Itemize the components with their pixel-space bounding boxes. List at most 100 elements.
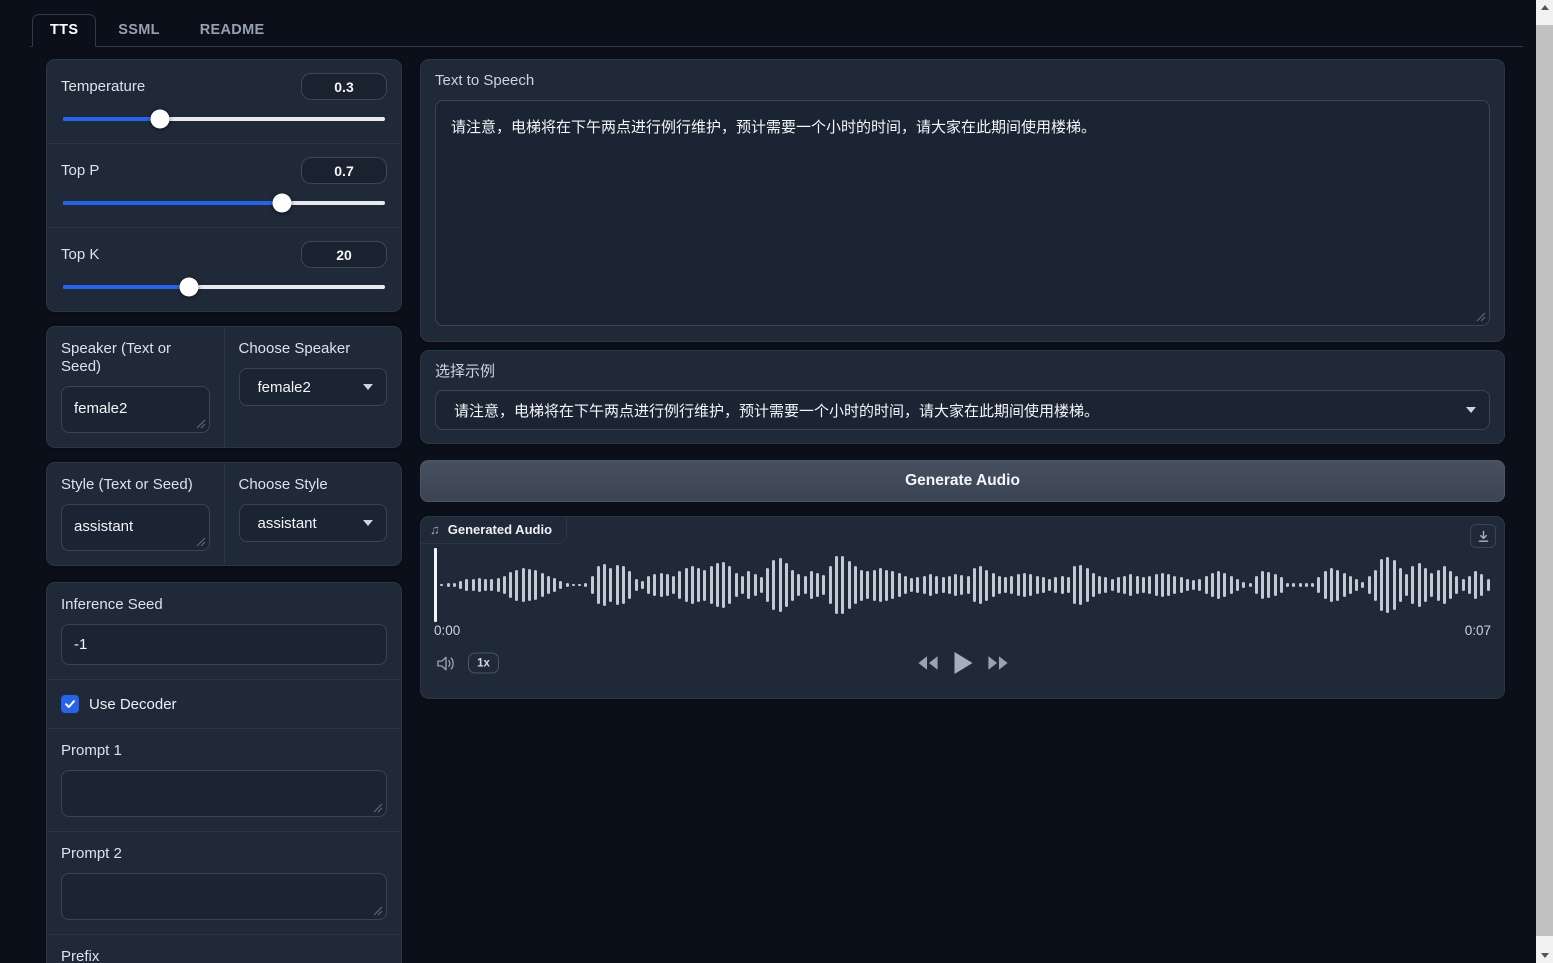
waveform-bar	[1449, 571, 1452, 599]
waveform-bar	[1424, 568, 1427, 602]
chevron-down-icon	[1466, 407, 1476, 413]
generated-audio-player: ♫ Generated Audio 0:00 0:07	[420, 516, 1505, 699]
top-p-value-input[interactable]	[301, 157, 387, 184]
generated-audio-title: Generated Audio	[448, 522, 552, 537]
top-k-slider[interactable]	[63, 285, 385, 289]
waveform-bar	[1299, 583, 1302, 586]
waveform-bar	[666, 574, 669, 596]
tab-bar: TTS SSML README	[30, 14, 1523, 47]
waveform-bar	[1136, 576, 1139, 595]
temperature-slider-thumb[interactable]	[150, 110, 169, 129]
fast-forward-button[interactable]	[986, 655, 1009, 671]
text-to-speech-input[interactable]: 请注意，电梯将在下午两点进行例行维护，预计需要一个小时的时间，请大家在此期间使用…	[435, 100, 1490, 326]
waveform-bar	[854, 566, 857, 603]
waveform-bar	[509, 572, 512, 598]
download-audio-button[interactable]	[1470, 524, 1496, 548]
style-label: Style (Text or Seed)	[61, 476, 193, 493]
waveform-bar	[1480, 574, 1483, 596]
waveform-bar	[816, 573, 819, 597]
style-input[interactable]: assistant	[61, 504, 210, 551]
waveform-bar	[1104, 577, 1107, 593]
waveform-bar	[1468, 576, 1471, 595]
generate-audio-button[interactable]: Generate Audio	[420, 460, 1505, 502]
top-k-slider-thumb[interactable]	[179, 278, 198, 297]
waveform-bar	[591, 576, 594, 595]
prompt1-row: Prompt 1	[47, 729, 401, 832]
rewind-button[interactable]	[916, 655, 939, 671]
waveform-bar	[703, 570, 706, 601]
temperature-value-input[interactable]	[301, 73, 387, 100]
waveform-bar	[1324, 571, 1327, 600]
waveform-bar	[1292, 583, 1295, 586]
waveform-bar	[891, 571, 894, 599]
prompt2-input[interactable]	[61, 873, 387, 920]
audio-waveform[interactable]	[434, 554, 1491, 616]
waveform-bar	[1430, 573, 1433, 598]
choose-speaker-label: Choose Speaker	[239, 340, 351, 357]
top-k-label: Top K	[61, 246, 99, 263]
waveform-bar	[1098, 576, 1101, 595]
waveform-bar	[1217, 571, 1220, 600]
waveform-bar	[797, 574, 800, 596]
example-selector-card: 选择示例 请注意，电梯将在下午两点进行例行维护，预计需要一个小时的时间，请大家在…	[420, 350, 1505, 444]
waveform-bar	[822, 575, 825, 595]
waveform-bar	[1286, 583, 1289, 588]
temperature-slider[interactable]	[63, 117, 385, 121]
waveform-bar	[1054, 577, 1057, 593]
waveform-bar	[841, 556, 844, 615]
waveform-bar	[628, 571, 631, 599]
waveform-bar	[1017, 574, 1020, 596]
scrollbar-thumb[interactable]	[1536, 25, 1553, 936]
waveform-bar	[985, 570, 988, 601]
inference-seed-input[interactable]	[61, 624, 387, 665]
waveform-bar	[1161, 573, 1164, 598]
scrollbar-down-arrow-icon[interactable]	[1541, 953, 1549, 958]
playback-speed-button[interactable]: 1x	[468, 653, 499, 674]
waveform-bar	[1205, 576, 1208, 595]
tab-ssml[interactable]: SSML	[100, 14, 177, 47]
waveform-bar	[960, 575, 963, 595]
choose-speaker-dropdown[interactable]: female2	[239, 368, 388, 406]
example-dropdown[interactable]: 请注意，电梯将在下午两点进行例行维护，预计需要一个小时的时间，请大家在此期间使用…	[435, 390, 1490, 430]
top-k-value-input[interactable]	[301, 241, 387, 268]
tab-tts[interactable]: TTS	[32, 14, 96, 47]
tab-readme[interactable]: README	[182, 14, 283, 47]
waveform-bar	[609, 568, 612, 602]
waveform-bar	[1167, 574, 1170, 596]
waveform-bar	[1036, 576, 1039, 595]
waveform-bar	[566, 583, 569, 586]
use-decoder-checkbox[interactable]	[61, 695, 79, 713]
current-time: 0:00	[434, 623, 460, 638]
waveform-bar	[553, 578, 556, 592]
browser-scrollbar[interactable]	[1536, 0, 1553, 963]
play-button[interactable]	[952, 651, 973, 675]
waveform-bar	[490, 579, 493, 590]
prompt1-input[interactable]	[61, 770, 387, 817]
waveform-bar	[1023, 573, 1026, 598]
speaker-input[interactable]: female2	[61, 386, 210, 433]
waveform-bar	[685, 568, 688, 602]
waveform-bar	[1330, 568, 1333, 603]
sampling-sliders-card: Temperature Top P	[46, 59, 402, 312]
volume-button[interactable]	[436, 654, 457, 672]
waveform-bar	[998, 576, 1001, 595]
waveform-bar	[547, 576, 550, 595]
waveform-bar	[791, 570, 794, 601]
waveform-bar	[1274, 574, 1277, 596]
playback-cursor[interactable]	[434, 548, 437, 622]
waveform-bar	[1079, 565, 1082, 606]
top-p-slider-thumb[interactable]	[272, 194, 291, 213]
choose-style-dropdown[interactable]: assistant	[239, 504, 388, 542]
waveform-bar	[697, 568, 700, 602]
waveform-bar	[1086, 568, 1089, 603]
waveform-bar	[528, 569, 531, 601]
app-page: TTS SSML README Temperature	[30, 14, 1523, 963]
scrollbar-up-arrow-icon[interactable]	[1541, 5, 1549, 10]
waveform-bar	[1004, 577, 1007, 593]
text-to-speech-card: Text to Speech 请注意，电梯将在下午两点进行例行维护，预计需要一个…	[420, 59, 1505, 342]
waveform-bar	[1223, 573, 1226, 598]
top-p-slider[interactable]	[63, 201, 385, 205]
waveform-bar	[1129, 574, 1132, 596]
waveform-bar	[497, 578, 500, 592]
top-k-row: Top K	[47, 228, 401, 311]
